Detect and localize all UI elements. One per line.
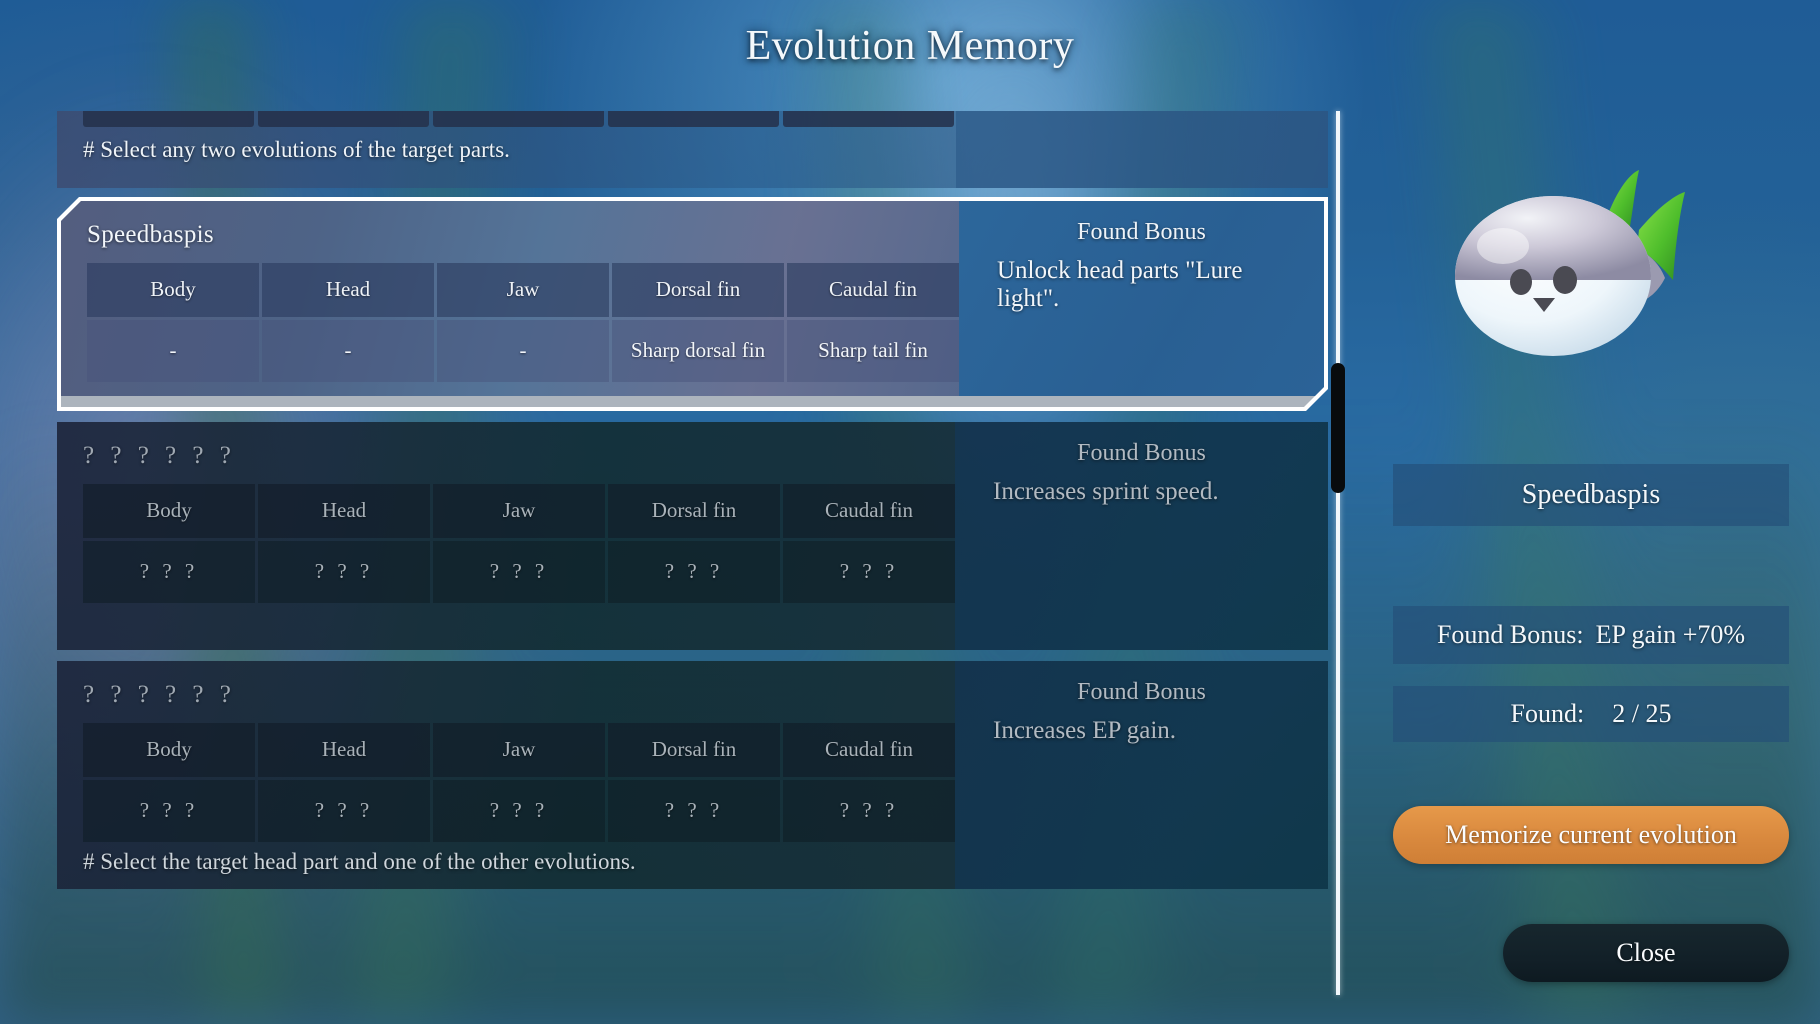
clipped-card-above: # Select any two evolutions of the targe… — [57, 111, 1328, 188]
part-value-head: - — [262, 320, 434, 382]
column-header-dorsal-fin: Dorsal fin — [608, 484, 780, 538]
found-count-value: 2 / 25 — [1612, 699, 1672, 728]
part-value-caudal-fin: ? ? ? — [783, 541, 955, 603]
found-bonus-box: Found Bonus: EP gain +70% — [1393, 606, 1789, 664]
part-value-head: ? ? ? — [258, 541, 430, 603]
column-header-caudal-fin: Caudal fin — [783, 484, 955, 538]
bonus-text: Increases sprint speed. — [993, 478, 1219, 505]
bonus-label: Found Bonus — [1077, 219, 1206, 245]
found-count-box: Found: 2 / 25 — [1393, 686, 1789, 742]
creature-name: Speedbaspis — [1521, 479, 1661, 510]
evolution-card-unknown-2[interactable]: ? ? ? ? ? ? Body Head Jaw Dorsal fin Cau… — [57, 661, 1328, 889]
parts-table: Body Head Jaw Dorsal fin Caudal fin ? ? … — [83, 723, 955, 842]
part-value-head: ? ? ? — [258, 780, 430, 842]
clipped-cell — [258, 111, 429, 127]
column-header-head: Head — [258, 484, 430, 538]
column-header-jaw: Jaw — [437, 263, 609, 317]
list-scrollbar-thumb[interactable] — [1331, 363, 1345, 493]
evolution-card-unknown-1[interactable]: ? ? ? ? ? ? Body Head Jaw Dorsal fin Cau… — [57, 422, 1328, 650]
evolution-card-selected[interactable]: Speedbaspis Body Head Jaw Dorsal fin Cau… — [57, 197, 1328, 411]
clipped-cell — [783, 111, 954, 127]
part-value-body: - — [87, 320, 259, 382]
column-header-body: Body — [87, 263, 259, 317]
part-value-dorsal-fin: ? ? ? — [608, 780, 780, 842]
column-header-dorsal-fin: Dorsal fin — [608, 723, 780, 777]
part-value-body: ? ? ? — [83, 780, 255, 842]
clipped-cell — [83, 111, 254, 127]
bonus-label: Found Bonus — [1077, 679, 1206, 705]
column-header-caudal-fin: Caudal fin — [783, 723, 955, 777]
parts-value-row: - - - Sharp dorsal fin Sharp tail fin — [87, 320, 959, 382]
card-bonus-area: Found Bonus Increases EP gain. — [955, 661, 1328, 889]
found-bonus-caption: Found Bonus: — [1436, 620, 1584, 649]
column-header-dorsal-fin: Dorsal fin — [612, 263, 784, 317]
column-header-head: Head — [262, 263, 434, 317]
card-title: ? ? ? ? ? ? — [83, 681, 236, 708]
part-value-caudal-fin: Sharp tail fin — [787, 320, 959, 382]
part-value-body: ? ? ? — [83, 541, 255, 603]
evolution-list[interactable]: # Select any two evolutions of the targe… — [57, 111, 1328, 995]
clipped-card-cells — [83, 111, 954, 127]
parts-value-row: ? ? ? ? ? ? ? ? ? ? ? ? ? ? ? — [83, 780, 955, 842]
body-highlight — [1477, 228, 1529, 264]
parts-table: Body Head Jaw Dorsal fin Caudal fin ? ? … — [83, 484, 955, 603]
parts-value-row: ? ? ? ? ? ? ? ? ? ? ? ? ? ? ? — [83, 541, 955, 603]
bonus-text: Increases EP gain. — [993, 717, 1177, 744]
page-title: Evolution Memory — [745, 23, 1075, 69]
parts-header-row: Body Head Jaw Dorsal fin Caudal fin — [83, 723, 955, 777]
creature-name-box: Speedbaspis — [1393, 464, 1789, 526]
found-bonus-value: EP gain +70% — [1595, 620, 1746, 649]
card-title: ? ? ? ? ? ? — [83, 442, 236, 469]
creature-preview — [1393, 150, 1789, 400]
card-parts-area: ? ? ? ? ? ? Body Head Jaw Dorsal fin Cau… — [57, 661, 955, 889]
column-header-body: Body — [83, 484, 255, 538]
memorize-current-evolution-button[interactable]: Memorize current evolution — [1393, 806, 1789, 864]
close-button[interactable]: Close — [1503, 924, 1789, 982]
clipped-cell — [433, 111, 604, 127]
column-header-caudal-fin: Caudal fin — [787, 263, 959, 317]
creature-panel: Speedbaspis Found Bonus: EP gain +70% Fo… — [1393, 150, 1789, 1010]
card-bonus-area: Found Bonus Increases sprint speed. — [955, 422, 1328, 650]
found-count-caption: Found: — [1510, 699, 1585, 728]
parts-header-row: Body Head Jaw Dorsal fin Caudal fin — [87, 263, 959, 317]
clipped-card-bonus-area — [956, 111, 1328, 188]
top-hint-text: # Select any two evolutions of the targe… — [83, 137, 510, 162]
part-value-caudal-fin: ? ? ? — [783, 780, 955, 842]
part-value-jaw: - — [437, 320, 609, 382]
clipped-cell — [608, 111, 779, 127]
column-header-head: Head — [258, 723, 430, 777]
part-value-jaw: ? ? ? — [433, 541, 605, 603]
column-header-jaw: Jaw — [433, 723, 605, 777]
card-bonus-area: Found Bonus Unlock head parts "Lure ligh… — [959, 201, 1324, 396]
part-value-dorsal-fin: ? ? ? — [608, 541, 780, 603]
card-parts-area: ? ? ? ? ? ? Body Head Jaw Dorsal fin Cau… — [57, 422, 955, 650]
column-header-jaw: Jaw — [433, 484, 605, 538]
fish-creature-icon — [1455, 170, 1685, 356]
part-value-dorsal-fin: Sharp dorsal fin — [612, 320, 784, 382]
bonus-text: Unlock head parts "Lure light". — [997, 257, 1243, 312]
card-title: Speedbaspis — [87, 221, 214, 248]
right-eye — [1553, 266, 1577, 294]
part-value-jaw: ? ? ? — [433, 780, 605, 842]
list-scrollbar-track[interactable] — [1331, 111, 1345, 995]
parts-table: Body Head Jaw Dorsal fin Caudal fin - - … — [87, 263, 959, 382]
card-parts-area: Speedbaspis Body Head Jaw Dorsal fin Cau… — [61, 201, 959, 396]
left-eye — [1510, 269, 1532, 295]
bonus-label: Found Bonus — [1077, 440, 1206, 466]
parts-header-row: Body Head Jaw Dorsal fin Caudal fin — [83, 484, 955, 538]
bottom-hint-text: # Select the target head part and one of… — [83, 849, 636, 874]
column-header-body: Body — [83, 723, 255, 777]
